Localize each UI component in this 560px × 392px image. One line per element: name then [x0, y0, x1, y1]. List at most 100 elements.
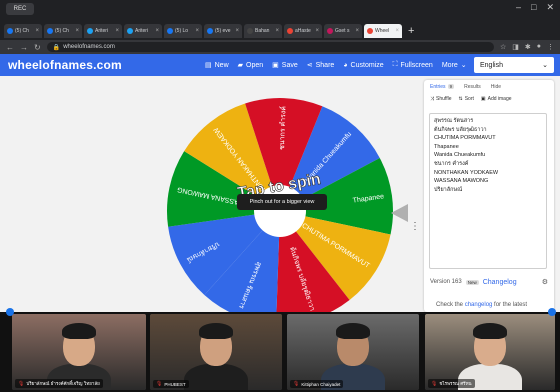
- browser-tab[interactable]: Gset s ×: [324, 24, 362, 38]
- participant-hair: [199, 323, 233, 339]
- mic-off-icon: 🎙: [156, 381, 163, 387]
- extension-icon[interactable]: ◨: [512, 43, 519, 51]
- browser-tab[interactable]: Bahan ×: [244, 24, 282, 38]
- window-controls: – □ ✕: [516, 2, 554, 13]
- favicon-icon: [327, 28, 333, 34]
- menu-save[interactable]: ▣ Save: [272, 61, 298, 70]
- participant-name-tag: 🎙 ปริยาลักษณ์ ธำรงค์ศักดิ์เจริญ วิทยาลัย: [15, 379, 103, 388]
- wheel[interactable]: Wanida Chueakumfu Thapanee CHUTIMA PORMMAV…: [165, 96, 395, 331]
- gear-icon[interactable]: ⚙: [542, 278, 548, 286]
- browser-menu-icon[interactable]: ⋮: [547, 43, 554, 51]
- tab-title: Ariteri: [95, 28, 109, 34]
- menu-fullscreen[interactable]: ⛶ Fullscreen: [393, 61, 433, 69]
- new-tab-icon[interactable]: +: [408, 25, 414, 37]
- zoom-tooltip: Pinch out for a bigger view: [237, 194, 327, 210]
- browser-tab[interactable]: aHaste ×: [284, 24, 322, 38]
- site-logo[interactable]: wheelofnames.com: [8, 58, 122, 72]
- browser-tab[interactable]: Wheel ×: [364, 24, 402, 38]
- tab-strip: (5) Ch × (5) Ch × Ariteri × Ariteri × (5) Lo × (5)…: [0, 22, 560, 40]
- bookmark-star-icon[interactable]: ☆: [500, 43, 506, 51]
- browser-tab[interactable]: Ariteri ×: [84, 24, 122, 38]
- close-icon[interactable]: ×: [155, 28, 159, 34]
- participant-tile[interactable]: 🎙 Kittiphan Chaiyadet: [287, 314, 419, 390]
- maximize-icon[interactable]: □: [531, 2, 536, 13]
- add-image-button[interactable]: ▣ Add image: [481, 96, 512, 102]
- participant-body: [184, 364, 248, 390]
- wheel-segment-label: ชนากร คำรงค์: [278, 106, 288, 150]
- back-icon[interactable]: ←: [6, 43, 14, 52]
- shuffle-button[interactable]: ⤨ Shuffle: [430, 96, 452, 102]
- mic-off-icon: 🎙: [293, 381, 300, 387]
- save-icon: ▣: [272, 62, 279, 69]
- participant-hair: [62, 323, 96, 339]
- video-call-strip: 🎙 ปริยาลักษณ์ ธำรงค์ศักดิ์เจริญ วิทยาลัย 🎙…: [0, 312, 560, 392]
- reload-icon[interactable]: ↻: [34, 43, 41, 52]
- wheel-pointer: [391, 204, 408, 222]
- pin-icon[interactable]: [548, 308, 556, 316]
- more-options-icon[interactable]: ⋮: [410, 221, 420, 232]
- menu-new[interactable]: ▤ New: [205, 61, 229, 70]
- language-select[interactable]: English ⌄: [474, 57, 554, 73]
- participant-name: Kittiphan Chaiyadet: [301, 381, 341, 387]
- panel-tab-results[interactable]: Results: [464, 84, 481, 90]
- tab-title: Ariteri: [135, 28, 149, 34]
- entry-count-badge: 9: [447, 84, 455, 89]
- version-row: Version 163 New Changelog ⚙: [430, 278, 548, 287]
- entries-textarea[interactable]: สุพรรณ รัตนสาร ต้นกิจพร บลัยรุฒิธาวา CHUTI…: [429, 113, 547, 269]
- panel-tab-entries[interactable]: Entries 9: [430, 84, 455, 90]
- browser-tab[interactable]: (5) Ch ×: [44, 24, 82, 38]
- tab-title: (5) eve: [215, 28, 231, 34]
- favicon-icon: [127, 28, 133, 34]
- menu-more[interactable]: More ⌄: [441, 61, 467, 70]
- favicon-icon: [7, 28, 13, 34]
- minimize-icon[interactable]: –: [516, 2, 521, 13]
- changelog-inline-link[interactable]: changelog: [465, 302, 493, 308]
- entry-line: ชนากร คำรงค์: [434, 160, 469, 167]
- participant-name: ชไรพรรณ ศรีหน: [439, 381, 472, 386]
- browser-tab[interactable]: Ariteri ×: [124, 24, 162, 38]
- tab-title: (5) Lo: [175, 28, 189, 34]
- close-icon[interactable]: ×: [235, 28, 239, 34]
- mic-off-icon: 🎙: [431, 380, 438, 387]
- menu-label: More: [441, 61, 458, 69]
- panel-tab-hide[interactable]: Hide: [491, 84, 501, 90]
- close-icon[interactable]: ×: [315, 28, 319, 34]
- participant-name: PHUBEST: [164, 381, 186, 387]
- menu-customize[interactable]: ◕ Customize: [343, 62, 383, 69]
- close-icon[interactable]: ×: [355, 28, 359, 34]
- url-field[interactable]: 🔒 wheelofnames.com: [46, 42, 494, 52]
- sort-button[interactable]: ⇅ Sort: [459, 96, 474, 102]
- browser-tab[interactable]: (5) Lo ×: [164, 24, 202, 38]
- entry-line: สุพรรณ รัตนสาร: [434, 118, 474, 124]
- close-icon[interactable]: ×: [275, 28, 279, 34]
- pin-icon[interactable]: [6, 308, 14, 316]
- avatar[interactable]: ●: [537, 43, 541, 51]
- favicon-icon: [167, 28, 173, 34]
- participant-tile[interactable]: 🎙 ชไรพรรณ ศรีหน: [425, 314, 555, 390]
- participant-name-tag: 🎙 Kittiphan Chaiyadet: [290, 380, 344, 388]
- chevron-down-icon: ⌄: [460, 62, 467, 69]
- profile-tab[interactable]: REC: [6, 3, 34, 15]
- menu-label: Customize: [350, 61, 384, 69]
- menu-label: Fullscreen: [400, 61, 433, 69]
- close-icon[interactable]: ×: [35, 28, 39, 34]
- browser-tab[interactable]: (5) eve ×: [204, 24, 242, 38]
- tab-title: Bahan: [255, 28, 270, 34]
- participant-tile[interactable]: 🎙 ปริยาลักษณ์ ธำรงค์ศักดิ์เจริญ วิทยาลัย: [12, 314, 146, 390]
- close-icon[interactable]: ×: [75, 28, 79, 34]
- close-window-icon[interactable]: ✕: [546, 2, 554, 13]
- entry-line: Thapanee: [434, 143, 459, 150]
- sort-icon: ⇅: [458, 96, 463, 102]
- menu-open[interactable]: ▰ Open: [237, 61, 264, 70]
- close-icon[interactable]: ×: [395, 28, 399, 34]
- browser-tab[interactable]: (5) Ch ×: [4, 24, 42, 38]
- puzzle-icon[interactable]: ✱: [525, 43, 531, 51]
- close-icon[interactable]: ×: [195, 28, 199, 34]
- close-icon[interactable]: ×: [115, 28, 119, 34]
- menu-share[interactable]: ⋖ Share: [307, 61, 335, 70]
- changelog-link[interactable]: Changelog: [483, 279, 517, 286]
- menu-label: New: [214, 61, 229, 69]
- participant-tile[interactable]: 🎙 PHUBEST: [150, 314, 282, 390]
- folder-icon: ▰: [237, 62, 244, 69]
- forward-icon[interactable]: →: [20, 43, 28, 52]
